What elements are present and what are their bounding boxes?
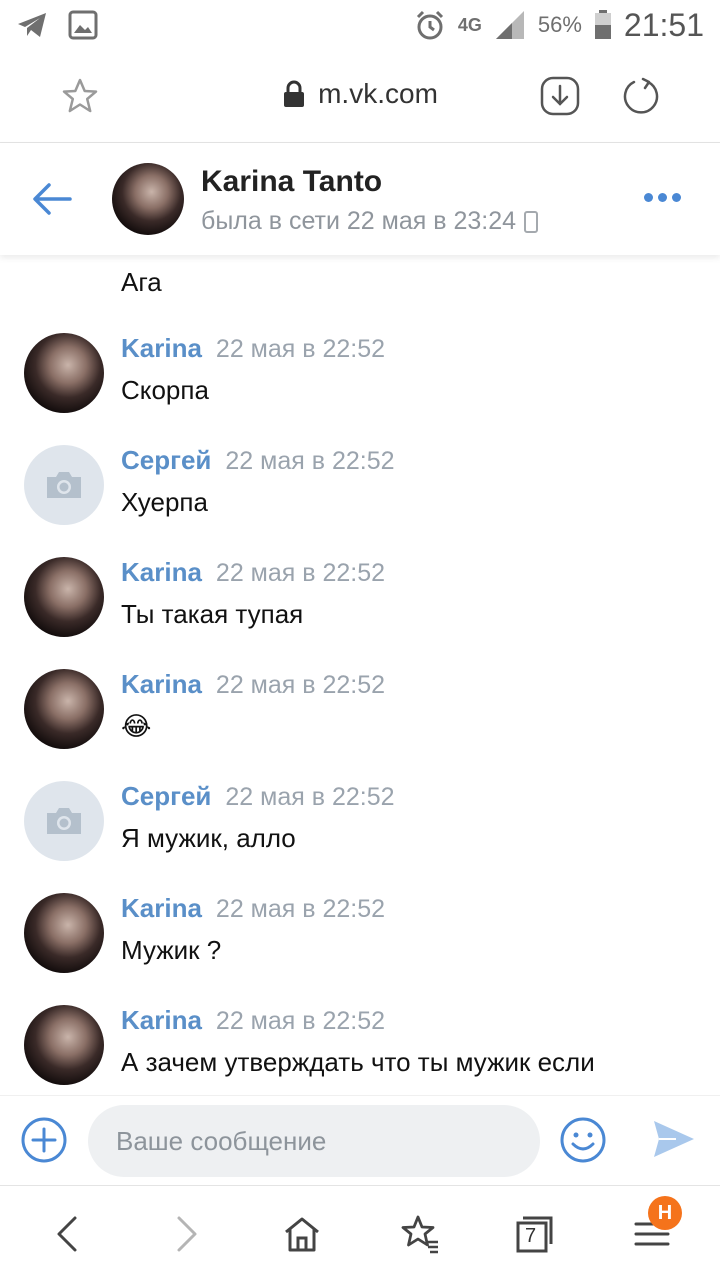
message-input[interactable]: [88, 1105, 540, 1177]
last-seen-text: была в сети 22 мая в 23:24: [201, 207, 517, 235]
avatar[interactable]: [24, 893, 104, 973]
gallery-icon: [68, 10, 98, 40]
message-item: Karina 22 мая в 22:52 А зачем утверждать …: [0, 1005, 720, 1095]
contact-name[interactable]: Karina Tanto: [201, 165, 382, 199]
avatar[interactable]: [24, 669, 104, 749]
bookmarks-icon[interactable]: [400, 1214, 440, 1254]
avatar[interactable]: [24, 1005, 104, 1085]
message-author[interactable]: Karina 22 мая в 22:52: [121, 893, 385, 924]
battery-percent: 56%: [537, 12, 582, 37]
forward-icon[interactable]: [166, 1214, 206, 1254]
message-composer: [0, 1095, 720, 1185]
clock: 21:51: [623, 6, 704, 43]
alarm-icon: [416, 10, 443, 40]
address-bar[interactable]: m.vk.com: [0, 78, 720, 110]
emoji-icon[interactable]: [559, 1116, 607, 1164]
message-time: 22 мая в 22:52: [225, 783, 395, 811]
notification-badge: Н: [648, 1196, 682, 1230]
tabs-button[interactable]: 7: [515, 1214, 555, 1254]
tabs-count: 7: [525, 1225, 537, 1247]
message-time: 22 мая в 22:52: [215, 335, 386, 363]
last-seen-status: была в сети 22 мая в 23:24: [201, 207, 539, 236]
message-text: А зачем утверждать что ты мужик если: [121, 1047, 595, 1077]
message-text: Мужик ?: [121, 935, 222, 965]
mobile-device-icon: [524, 210, 539, 233]
message-time: 22 мая в 22:52: [215, 895, 386, 923]
back-arrow-icon[interactable]: [32, 181, 72, 217]
home-icon[interactable]: [282, 1214, 322, 1254]
telegram-icon: [18, 13, 46, 37]
message-author[interactable]: Сергей 22 мая в 22:52: [121, 781, 395, 812]
lock-icon: [284, 80, 305, 107]
message-item: Сергей 22 мая в 22:52 Я мужик, алло: [0, 781, 720, 893]
chat-header: Karina Tanto была в сети 22 мая в 23:24: [0, 143, 720, 255]
download-icon[interactable]: [540, 76, 580, 116]
message-text: Ага: [121, 267, 162, 297]
camera-icon: [47, 808, 81, 834]
avatar[interactable]: [24, 557, 104, 637]
send-icon[interactable]: [652, 1118, 696, 1160]
status-bar: 4G 56% 21:51: [0, 0, 720, 50]
message-time: 22 мая в 22:52: [215, 559, 386, 587]
browser-toolbar: m.vk.com: [0, 50, 720, 143]
attach-plus-icon[interactable]: [20, 1116, 68, 1164]
message-text: Ты такая тупая: [121, 599, 304, 629]
message-author[interactable]: Karina 22 мая в 22:52: [121, 333, 385, 364]
message-author[interactable]: Karina 22 мая в 22:52: [121, 557, 385, 588]
browser-bottom-nav: 7 Н: [0, 1185, 720, 1280]
contact-avatar[interactable]: [112, 163, 184, 235]
message-time: 22 мая в 22:52: [215, 1007, 386, 1035]
network-type: 4G: [457, 14, 482, 35]
message-text: 😂: [121, 711, 152, 741]
message-item: Сергей 22 мая в 22:52 Хуерпа: [0, 445, 720, 557]
message-author[interactable]: Karina 22 мая в 22:52: [121, 669, 385, 700]
signal-icon: [495, 11, 524, 39]
reload-icon[interactable]: [620, 76, 660, 116]
url-text: m.vk.com: [318, 78, 438, 109]
message-time: 22 мая в 22:52: [225, 447, 395, 475]
avatar[interactable]: [24, 445, 104, 525]
message-author[interactable]: Karina 22 мая в 22:52: [121, 1005, 385, 1036]
more-options-icon[interactable]: [644, 193, 681, 202]
battery-icon: [594, 10, 611, 39]
message-item: Karina 22 мая в 22:52 Скорпа: [0, 333, 720, 445]
avatar[interactable]: [24, 333, 104, 413]
message-item: Karina 22 мая в 22:52 Мужик ?: [0, 893, 720, 1005]
message-text: Я мужик, алло: [121, 823, 296, 853]
message-text: Хуерпа: [121, 487, 208, 517]
message-item: Karina 22 мая в 22:52 😂: [0, 669, 720, 781]
message-author[interactable]: Сергей 22 мая в 22:52: [121, 445, 395, 476]
message-item: Karina 22 мая в 22:52 Ты такая тупая: [0, 557, 720, 669]
message-list[interactable]: Ага Karina 22 мая в 22:52 Скорпа Сергей 22…: [0, 255, 720, 1095]
message-time: 22 мая в 22:52: [215, 671, 386, 699]
camera-icon: [47, 472, 81, 498]
avatar[interactable]: [24, 781, 104, 861]
back-icon[interactable]: [48, 1214, 88, 1254]
message-text: Скорпа: [121, 375, 209, 405]
